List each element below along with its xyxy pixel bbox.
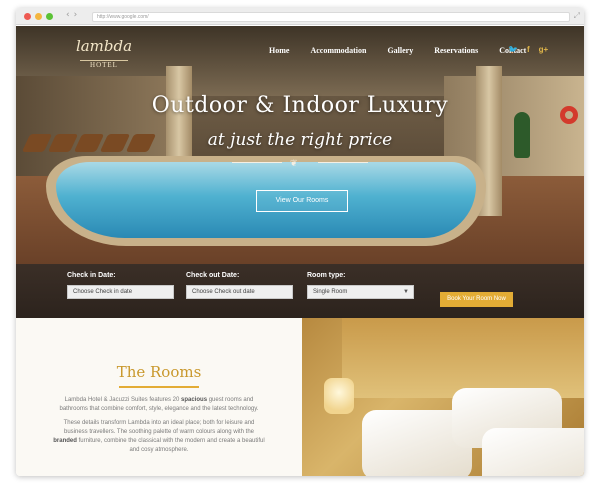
check-in-label: Check in Date: <box>67 272 116 279</box>
menu-item-home[interactable]: Home <box>269 46 289 55</box>
text-bold: spacious <box>181 397 208 403</box>
close-window-dot[interactable] <box>24 13 31 20</box>
text-bold: branded <box>53 438 77 444</box>
logo-subtitle: HOTEL <box>80 60 128 69</box>
rooms-paragraph-1: Lambda Hotel & Jacuzzi Suites features 2… <box>52 396 266 414</box>
fullscreen-icon[interactable]: ⤢ <box>574 11 580 21</box>
room-type-field: Room type: Single Room ▼ <box>307 272 414 299</box>
ornament-icon: ❦ <box>290 158 298 168</box>
logo-script: lambda <box>75 37 133 55</box>
chevron-down-icon: ▼ <box>403 289 409 295</box>
check-out-label: Check out Date: <box>186 272 240 279</box>
site-header: lambda HOTEL Home Accommodation Gallery … <box>16 26 584 76</box>
browser-toolbar: ‹› http://www.google.com/ ⤢ <box>16 8 584 25</box>
book-room-button[interactable]: Book Your Room Now <box>440 292 513 307</box>
photo-lamp <box>324 378 354 414</box>
text-span: furniture, combine the classical with th… <box>76 438 265 453</box>
photo-pillow <box>482 428 584 476</box>
menu-item-accommodation[interactable]: Accommodation <box>310 46 366 55</box>
minimize-window-dot[interactable] <box>35 13 42 20</box>
rooms-description: Lambda Hotel & Jacuzzi Suites features 2… <box>52 396 266 460</box>
google-plus-icon[interactable]: g+ <box>539 45 549 54</box>
check-out-field: Check out Date: Choose Check out date <box>186 272 293 299</box>
ornament-line <box>318 162 368 163</box>
hero-section: lambda HOTEL Home Accommodation Gallery … <box>16 26 584 264</box>
check-in-field: Check in Date: Choose Check in date <box>67 272 174 299</box>
browser-window: ‹› http://www.google.com/ ⤢ lambda HOTEL… <box>16 8 584 476</box>
address-bar[interactable]: http://www.google.com/ <box>92 12 570 22</box>
room-photo <box>302 318 584 476</box>
room-type-label: Room type: <box>307 272 346 279</box>
main-menu: Home Accommodation Gallery Reservations … <box>269 46 547 55</box>
text-span: Lambda Hotel & Jacuzzi Suites features 2… <box>64 397 182 403</box>
photo-headboard <box>342 318 584 398</box>
room-type-select[interactable]: Single Room ▼ <box>307 285 414 299</box>
facebook-icon[interactable]: f <box>527 45 530 54</box>
hotel-logo[interactable]: lambda HOTEL <box>64 38 144 72</box>
hero-subheadline: at just the right price <box>207 130 393 150</box>
title-underline <box>119 386 199 388</box>
room-type-value: Single Room <box>313 289 348 295</box>
check-out-input[interactable]: Choose Check out date <box>186 285 293 299</box>
rooms-paragraph-2: These details transform Lambda into an i… <box>52 419 266 455</box>
booking-bar: Check in Date: Choose Check in date Chec… <box>16 264 584 318</box>
ornament-divider: ❦ <box>232 158 368 168</box>
menu-item-reservations[interactable]: Reservations <box>434 46 478 55</box>
rooms-title: The Rooms <box>116 363 202 381</box>
twitter-icon[interactable]: 🐦 <box>508 45 518 54</box>
text-span: These details transform Lambda into an i… <box>63 420 255 435</box>
menu-item-gallery[interactable]: Gallery <box>387 46 413 55</box>
back-forward-icons[interactable]: ‹› <box>66 10 81 20</box>
hero-headline: Outdoor & Indoor Luxury <box>151 93 449 118</box>
ornament-line <box>232 162 282 163</box>
social-links: 🐦 f g+ <box>508 45 557 54</box>
view-rooms-button[interactable]: View Our Rooms <box>256 190 348 212</box>
check-in-input[interactable]: Choose Check in date <box>67 285 174 299</box>
rooms-section: The Rooms Lambda Hotel & Jacuzzi Suites … <box>16 318 302 476</box>
maximize-window-dot[interactable] <box>46 13 53 20</box>
